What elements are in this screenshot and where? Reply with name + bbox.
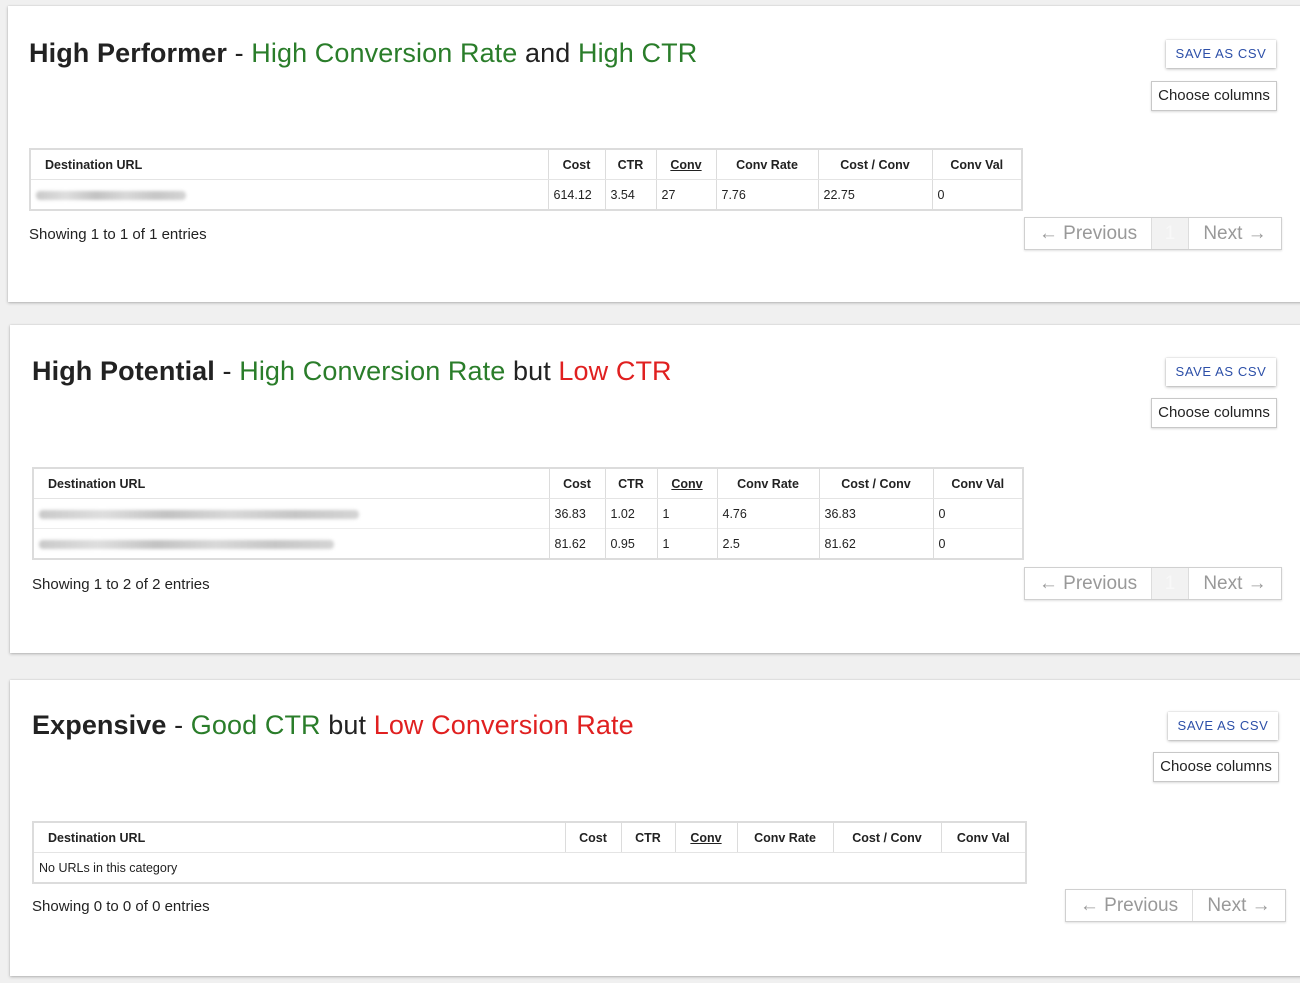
col-destination-url[interactable]: Destination URL [33, 468, 549, 499]
title-separator: - [222, 356, 232, 386]
col-cost[interactable]: Cost [548, 468, 605, 499]
col-conv-rate[interactable]: Conv Rate [716, 468, 819, 499]
section-high-potential: High Potential - High Conversion Rate bu… [10, 325, 1300, 653]
section-title: High Performer - High Conversion Rate an… [29, 38, 697, 69]
col-cost-per-conv[interactable]: Cost / Conv [818, 468, 933, 499]
cell-cost: 614.12 [547, 179, 605, 210]
choose-columns-button[interactable]: Choose columns [1151, 398, 1277, 428]
table-header-row: Destination URL Cost CTR Conv Conv Rate … [33, 468, 1023, 499]
cell-cost-per-conv: 36.83 [818, 498, 933, 529]
title-condition-1: High Conversion Rate [239, 356, 506, 386]
pagination: ← Previous 1 Next → [1024, 567, 1282, 600]
cell-ctr: 3.54 [604, 179, 656, 210]
section-expensive: Expensive - Good CTR but Low Conversion … [10, 680, 1300, 976]
col-conv-val[interactable]: Conv Val [932, 468, 1023, 499]
section-high-performer: High Performer - High Conversion Rate an… [8, 6, 1300, 302]
cell-ctr: 1.02 [604, 498, 657, 529]
col-conv[interactable]: Conv [674, 822, 737, 853]
cell-cost-per-conv: 22.75 [817, 179, 932, 210]
title-condition-2: Low Conversion Rate [373, 710, 634, 740]
page-number-button[interactable]: 1 [1151, 568, 1189, 599]
cell-cost-per-conv: 81.62 [818, 528, 933, 559]
save-as-csv-button[interactable]: SAVE AS CSV [1166, 358, 1276, 386]
cell-url-redacted [33, 498, 549, 529]
cell-url-redacted [30, 179, 548, 210]
cell-conv-val: 0 [932, 498, 1023, 529]
col-cost-per-conv[interactable]: Cost / Conv [832, 822, 941, 853]
cell-url-redacted [33, 528, 549, 559]
cell-conv: 1 [656, 498, 717, 529]
title-condition-2: Low CTR [558, 356, 672, 386]
col-cost-per-conv[interactable]: Cost / Conv [817, 149, 932, 180]
results-table: Destination URL Cost CTR Conv Conv Rate … [29, 148, 1023, 211]
table-row: 614.12 3.54 27 7.76 22.75 0 [30, 179, 1022, 210]
title-condition-2: High CTR [577, 38, 698, 68]
cell-conv: 27 [655, 179, 716, 210]
col-conv-label[interactable]: Conv [670, 158, 701, 172]
col-conv-val[interactable]: Conv Val [940, 822, 1026, 853]
col-destination-url[interactable]: Destination URL [30, 149, 548, 180]
next-button[interactable]: Next → [1193, 890, 1285, 921]
cell-conv-val: 0 [932, 528, 1023, 559]
col-cost[interactable]: Cost [564, 822, 621, 853]
title-separator: - [174, 710, 184, 740]
results-table: Destination URL Cost CTR Conv Conv Rate … [32, 467, 1024, 560]
title-separator: - [234, 38, 244, 68]
col-ctr[interactable]: CTR [620, 822, 675, 853]
pagination: ← Previous 1 Next → [1024, 217, 1282, 250]
table-row-empty: No URLs in this category [33, 852, 1026, 883]
results-table: Destination URL Cost CTR Conv Conv Rate … [32, 821, 1027, 884]
table-header-row: Destination URL Cost CTR Conv Conv Rate … [33, 822, 1026, 853]
col-conv[interactable]: Conv [656, 468, 717, 499]
col-conv[interactable]: Conv [655, 149, 716, 180]
previous-button[interactable]: ← Previous [1025, 218, 1151, 249]
previous-button[interactable]: ← Previous [1066, 890, 1193, 921]
pagination: ← Previous Next → [1065, 889, 1286, 922]
col-conv-label[interactable]: Conv [690, 831, 721, 845]
title-conjunction: and [525, 38, 571, 68]
title-conjunction: but [328, 710, 367, 740]
col-ctr[interactable]: CTR [604, 468, 657, 499]
cell-conv-rate: 2.5 [716, 528, 819, 559]
save-as-csv-button[interactable]: SAVE AS CSV [1166, 40, 1276, 68]
title-main: Expensive [32, 710, 167, 740]
col-destination-url[interactable]: Destination URL [33, 822, 565, 853]
col-conv-label[interactable]: Conv [671, 477, 702, 491]
choose-columns-button[interactable]: Choose columns [1153, 752, 1279, 782]
next-button[interactable]: Next → [1189, 568, 1281, 599]
table-header-row: Destination URL Cost CTR Conv Conv Rate … [30, 149, 1022, 180]
previous-button[interactable]: ← Previous [1025, 568, 1151, 599]
page-number-button[interactable]: 1 [1151, 218, 1189, 249]
title-main: High Potential [32, 356, 215, 386]
col-conv-rate[interactable]: Conv Rate [736, 822, 833, 853]
section-title: Expensive - Good CTR but Low Conversion … [32, 710, 634, 741]
title-conjunction: but [512, 356, 551, 386]
title-main: High Performer [29, 38, 227, 68]
col-cost[interactable]: Cost [547, 149, 605, 180]
col-conv-rate[interactable]: Conv Rate [715, 149, 818, 180]
section-title: High Potential - High Conversion Rate bu… [32, 356, 672, 387]
col-ctr[interactable]: CTR [604, 149, 656, 180]
entries-info: Showing 1 to 2 of 2 entries [32, 576, 210, 593]
cell-conv-rate: 7.76 [715, 179, 818, 210]
col-conv-val[interactable]: Conv Val [931, 149, 1022, 180]
entries-info: Showing 0 to 0 of 0 entries [32, 898, 210, 915]
table-row: 36.83 1.02 1 4.76 36.83 0 [33, 498, 1023, 529]
entries-info: Showing 1 to 1 of 1 entries [29, 226, 207, 243]
title-condition-1: High Conversion Rate [251, 38, 518, 68]
save-as-csv-button[interactable]: SAVE AS CSV [1168, 712, 1278, 740]
title-condition-1: Good CTR [190, 710, 321, 740]
next-button[interactable]: Next → [1189, 218, 1281, 249]
cell-cost: 36.83 [548, 498, 605, 529]
empty-message: No URLs in this category [33, 852, 1026, 883]
choose-columns-button[interactable]: Choose columns [1151, 81, 1277, 111]
table-row: 81.62 0.95 1 2.5 81.62 0 [33, 528, 1023, 559]
cell-conv-val: 0 [931, 179, 1022, 210]
cell-conv-rate: 4.76 [716, 498, 819, 529]
cell-conv: 1 [656, 528, 717, 559]
cell-cost: 81.62 [548, 528, 605, 559]
cell-ctr: 0.95 [604, 528, 657, 559]
